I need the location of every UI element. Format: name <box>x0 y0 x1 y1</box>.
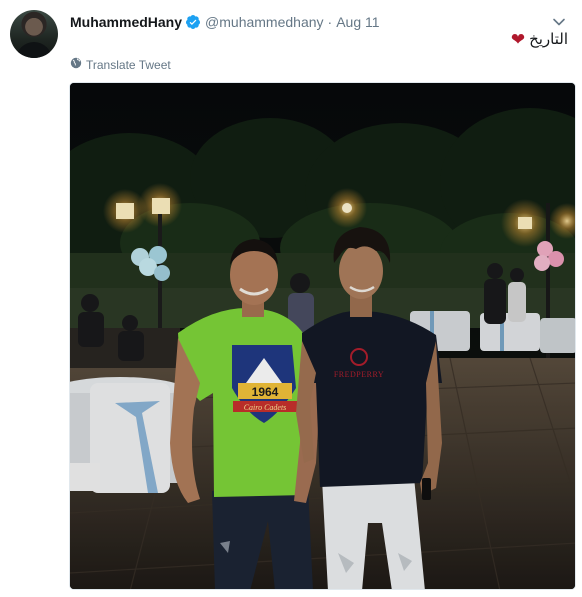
handle[interactable]: @muhammedhany <box>205 14 324 30</box>
avatar[interactable] <box>10 10 58 58</box>
globe-icon <box>70 57 82 72</box>
tweet-date[interactable]: Aug 11 <box>336 14 379 30</box>
avatar-shoulders <box>16 42 52 58</box>
tweet-text-content: التاريخ <box>529 31 568 48</box>
verified-badge-icon <box>185 14 201 30</box>
tweet-header: MuhammedHany @muhammedhany · Aug 11 <box>70 12 568 32</box>
tweet-text: التاريخ ❤ <box>510 29 568 49</box>
translate-label: Translate Tweet <box>86 57 171 72</box>
photo-scene: 1964 Cairo Cadets FREDPERRY <box>70 83 575 589</box>
chevron-down-icon[interactable] <box>550 13 568 31</box>
separator-dot: · <box>327 14 333 30</box>
tweet-card[interactable]: MuhammedHany @muhammedhany · Aug 11 التا… <box>0 0 582 597</box>
translate-tweet-link[interactable]: Translate Tweet <box>70 57 171 72</box>
display-name[interactable]: MuhammedHany <box>70 14 182 30</box>
tweet-photo[interactable]: 1964 Cairo Cadets FREDPERRY <box>69 82 576 590</box>
heart-icon: ❤ <box>510 29 526 49</box>
